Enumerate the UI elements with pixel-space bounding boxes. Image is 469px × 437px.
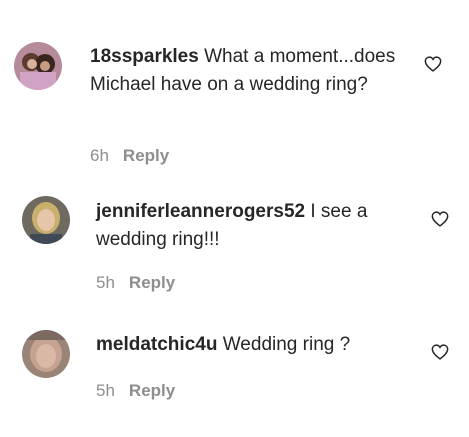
comment-text: 18ssparkles What a moment...does Michael…	[90, 43, 420, 99]
username[interactable]: meldatchic4u	[96, 334, 217, 355]
timestamp: 5h	[96, 381, 115, 400]
avatar[interactable]	[14, 42, 62, 90]
comment-meta: 5h Reply	[96, 273, 175, 293]
avatar[interactable]	[22, 196, 70, 244]
comment-meta: 5h Reply	[96, 381, 175, 401]
reply-button[interactable]: Reply	[123, 146, 169, 165]
reply-button[interactable]: Reply	[129, 273, 175, 292]
timestamp: 6h	[90, 146, 109, 165]
timestamp: 5h	[96, 273, 115, 292]
comment-text: jenniferleannerogers52 I see a wedding r…	[96, 198, 406, 254]
username[interactable]: 18ssparkles	[90, 46, 199, 67]
comment-text: meldatchic4u Wedding ring ?	[96, 331, 416, 359]
username[interactable]: jenniferleannerogers52	[96, 201, 305, 222]
heart-outline-icon[interactable]	[431, 344, 449, 360]
comment-body: Wedding ring ?	[217, 334, 351, 355]
heart-outline-icon[interactable]	[431, 211, 449, 227]
avatar[interactable]	[22, 330, 70, 378]
heart-outline-icon[interactable]	[424, 56, 442, 72]
comment-meta: 6h Reply	[90, 146, 169, 166]
reply-button[interactable]: Reply	[129, 381, 175, 400]
